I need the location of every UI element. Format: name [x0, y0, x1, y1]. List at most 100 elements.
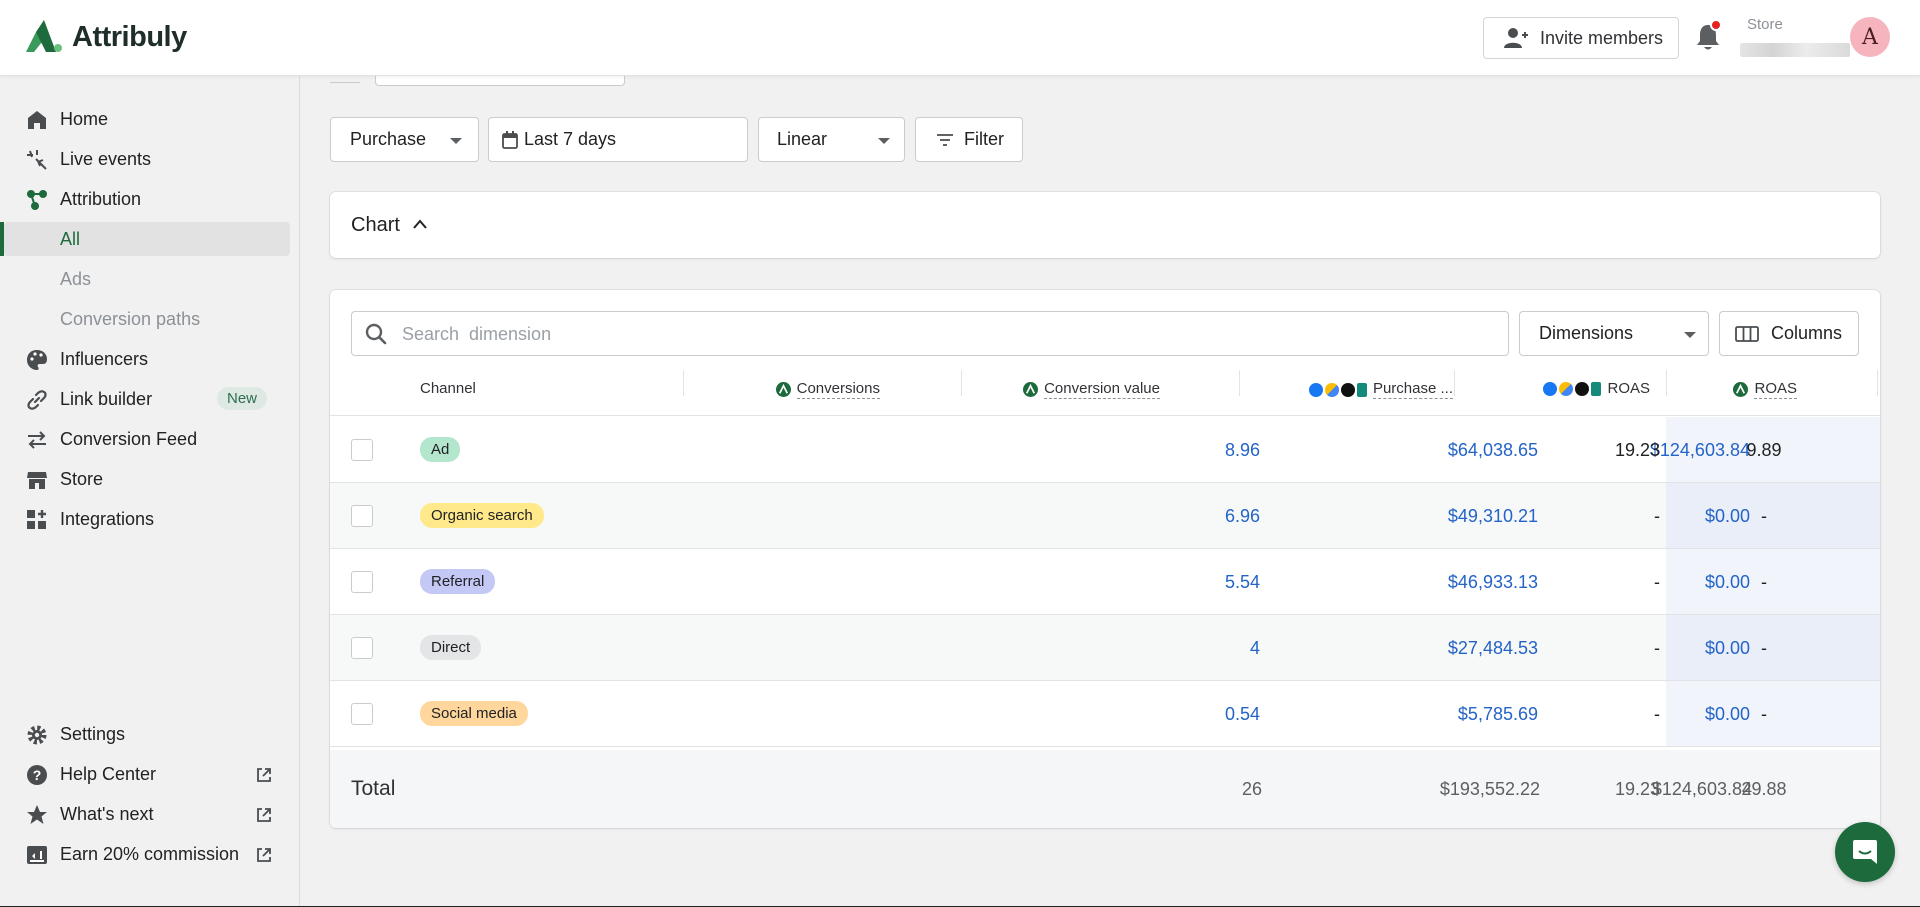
table-row[interactable]: Ad 8.96 $64,038.65 $124,603.84 19.23 9.8… — [330, 417, 1880, 483]
table-total-row: Total 26 $193,552.22 $124,603.84 19.23 2… — [330, 750, 1880, 828]
table-row[interactable]: Organic search 6.96 $49,310.21 $0.00 - - — [330, 483, 1880, 549]
filter-icon — [937, 133, 953, 146]
table-row[interactable]: Direct 4 $27,484.53 $0.00 - - — [330, 615, 1880, 681]
row-checkbox[interactable] — [351, 505, 373, 527]
channel-pill[interactable]: Social media — [420, 701, 528, 726]
table-row[interactable]: Referral 5.54 $46,933.13 $0.00 - - — [330, 549, 1880, 615]
store-label: Store — [1747, 16, 1783, 33]
col-conversion-value[interactable]: Conversion value — [1023, 380, 1160, 399]
col-conversion-value-label: Conversion value — [1044, 380, 1160, 399]
row-checkbox[interactable] — [351, 571, 373, 593]
attribution-model-select[interactable]: Linear — [758, 117, 905, 162]
columns-button[interactable]: Columns — [1719, 311, 1859, 356]
external-link-icon — [257, 848, 271, 862]
sidebar-item-whats-next[interactable]: What's next — [0, 797, 290, 831]
sidebar-item-live-events[interactable]: Live events — [0, 142, 290, 176]
conversions-value[interactable]: 0.54 — [1225, 704, 1260, 725]
google-ads-icon — [1324, 382, 1339, 397]
sidebar-item-conversion-paths[interactable]: Conversion paths — [0, 302, 290, 336]
conversion-value[interactable]: $64,038.65 — [1448, 440, 1538, 461]
bing-icon — [1591, 381, 1602, 396]
sidebar-item-ads[interactable]: Ads — [0, 262, 290, 296]
sparkle-icon — [27, 150, 47, 170]
chart-section-title: Chart — [351, 214, 400, 236]
sidebar-item-home[interactable]: Home — [0, 102, 290, 136]
columns-label: Columns — [1771, 323, 1843, 343]
col-purchase[interactable]: Purchase ... — [1308, 380, 1453, 399]
sidebar-item-label: Home — [60, 108, 109, 129]
grid-plus-icon — [27, 510, 46, 529]
date-range-picker[interactable]: Last 7 days — [488, 117, 748, 162]
channel-pill[interactable]: Referral — [420, 569, 496, 594]
col-conversions[interactable]: Conversions — [775, 380, 880, 399]
sidebar-item-influencers[interactable]: Influencers — [0, 342, 290, 376]
row-checkbox[interactable] — [351, 439, 373, 461]
calendar-icon — [502, 130, 518, 149]
row-checkbox[interactable] — [351, 637, 373, 659]
total-label: Total — [351, 777, 396, 800]
event-select[interactable]: Purchase — [330, 117, 479, 162]
col-channel[interactable]: Channel — [420, 380, 476, 397]
cropped-element — [330, 82, 360, 83]
network-icon — [27, 190, 47, 210]
new-badge: New — [217, 387, 268, 410]
col-roas-platform[interactable]: ROAS — [1543, 380, 1650, 397]
sidebar-item-all[interactable]: All — [0, 222, 290, 256]
sidebar-item-label: Conversion paths — [60, 308, 201, 329]
search-input[interactable] — [402, 320, 1492, 348]
platform-icons — [1543, 381, 1602, 396]
sidebar-item-conversion-feed[interactable]: Conversion Feed — [0, 422, 290, 456]
sidebar-item-link-builder[interactable]: Link builder New — [0, 382, 290, 416]
sidebar-item-label: Integrations — [60, 508, 155, 529]
col-roas[interactable]: ROAS — [1733, 380, 1797, 399]
channel-pill[interactable]: Ad — [420, 437, 461, 462]
sidebar-item-settings[interactable]: Settings — [0, 717, 290, 751]
date-range-value: Last 7 days — [524, 129, 617, 149]
conversions-value[interactable]: 8.96 — [1225, 440, 1260, 461]
chat-launcher-button[interactable] — [1835, 822, 1895, 882]
avatar[interactable]: A — [1850, 17, 1890, 57]
column-divider[interactable] — [1454, 370, 1455, 396]
sidebar-item-integrations[interactable]: Integrations — [0, 502, 290, 536]
attribution-model-value: Linear — [777, 129, 828, 149]
row-checkbox[interactable] — [351, 703, 373, 725]
column-divider[interactable] — [1877, 370, 1878, 396]
invite-members-button[interactable]: Invite members — [1483, 17, 1679, 59]
channel-pill[interactable]: Direct — [420, 635, 482, 660]
chart-section[interactable]: Chart — [330, 192, 1880, 258]
sidebar-item-label: Help Center — [60, 763, 157, 784]
chevron-up-icon[interactable] — [412, 218, 428, 230]
column-divider[interactable] — [961, 370, 962, 396]
col-channel-label: Channel — [420, 380, 476, 397]
conversions-value[interactable]: 4 — [1250, 638, 1260, 659]
store-name-blurred[interactable] — [1740, 43, 1850, 57]
table-row[interactable]: Social media 0.54 $5,785.69 $0.00 - - — [330, 681, 1880, 747]
sidebar-item-attribution[interactable]: Attribution — [0, 182, 290, 216]
conversion-value[interactable]: $46,933.13 — [1448, 572, 1538, 593]
logo[interactable]: Attribuly — [24, 20, 187, 54]
tiktok-icon — [1575, 381, 1590, 396]
search-icon — [365, 323, 387, 345]
column-divider[interactable] — [683, 370, 684, 396]
conversion-value[interactable]: $5,785.69 — [1458, 704, 1538, 725]
conversion-value[interactable]: $27,484.53 — [1448, 638, 1538, 659]
filter-label: Filter — [964, 129, 1004, 149]
column-divider[interactable] — [1239, 370, 1240, 396]
conversions-value[interactable]: 5.54 — [1225, 572, 1260, 593]
conversion-value[interactable]: $49,310.21 — [1448, 506, 1538, 527]
channel-pill[interactable]: Organic search — [420, 503, 544, 528]
search-dimension[interactable] — [351, 311, 1509, 356]
star-icon — [27, 805, 47, 824]
conversions-value[interactable]: 6.96 — [1225, 506, 1260, 527]
attribuly-icon — [775, 382, 791, 397]
sidebar-item-earn-commission[interactable]: Earn 20% commission — [0, 837, 290, 871]
roas-value: - — [1761, 704, 1767, 724]
filter-button[interactable]: Filter — [915, 117, 1023, 162]
cropped-dropdown[interactable] — [375, 76, 625, 86]
sidebar-item-store[interactable]: Store — [0, 462, 290, 496]
sidebar-item-label: Live events — [60, 148, 152, 169]
google-ads-icon — [1559, 381, 1574, 396]
dimensions-select[interactable]: Dimensions — [1519, 311, 1709, 356]
sidebar-item-help-center[interactable]: ? Help Center — [0, 757, 290, 791]
column-divider[interactable] — [1666, 370, 1667, 396]
